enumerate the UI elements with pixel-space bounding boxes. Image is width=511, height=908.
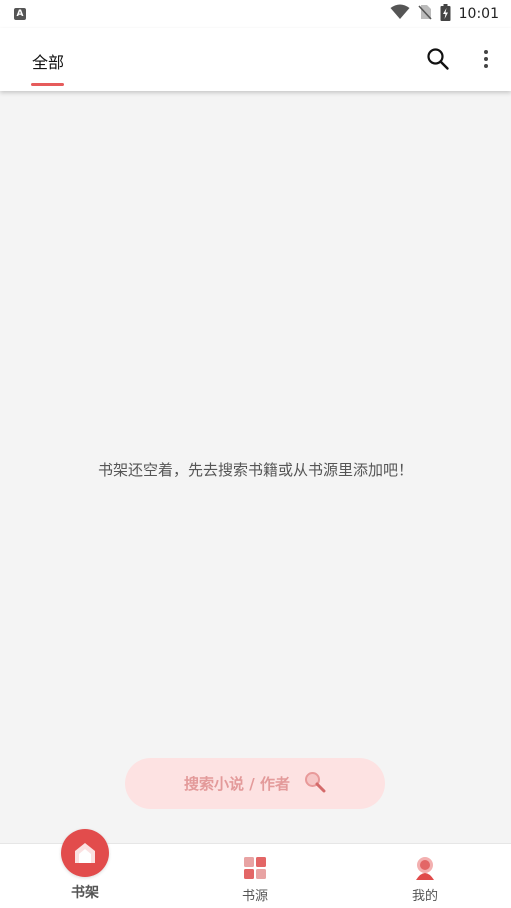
no-sim-icon bbox=[418, 4, 432, 24]
search-novel-label: 搜索小说 / 作者 bbox=[184, 775, 290, 793]
status-left: A bbox=[14, 8, 26, 20]
more-vert-icon bbox=[476, 50, 496, 75]
tab-indicator bbox=[31, 83, 64, 86]
tab-all-label: 全部 bbox=[31, 53, 64, 72]
profile-icon bbox=[413, 856, 437, 880]
tab-all[interactable]: 全部 bbox=[31, 28, 65, 91]
search-button[interactable] bbox=[426, 47, 450, 71]
search-icon bbox=[426, 48, 450, 75]
bottom-navigation: 书架 书源 我的 bbox=[0, 829, 511, 908]
bookshelf-icon bbox=[61, 829, 109, 877]
status-bar: A 10:01 bbox=[0, 0, 511, 28]
bookshelf-content: 书架还空着，先去搜索书籍或从书源里添加吧！ 搜索小说 / 作者 bbox=[0, 91, 511, 843]
top-app-bar: 全部 bbox=[0, 28, 511, 91]
nav-label-book-source: 书源 bbox=[241, 889, 268, 904]
nav-label-mine: 我的 bbox=[411, 889, 438, 904]
notification-badge: A bbox=[14, 8, 26, 20]
empty-state-message: 书架还空着，先去搜索书籍或从书源里添加吧！ bbox=[97, 461, 413, 479]
more-options-button[interactable] bbox=[476, 47, 496, 71]
book-source-icon bbox=[243, 856, 267, 880]
wifi-icon bbox=[390, 4, 410, 24]
nav-item-book-source[interactable]: 书源 bbox=[195, 844, 315, 908]
magnifier-icon bbox=[304, 771, 326, 797]
nav-item-mine[interactable]: 我的 bbox=[365, 844, 485, 908]
nav-item-bookshelf[interactable]: 书架 bbox=[25, 829, 145, 908]
nav-label-bookshelf: 书架 bbox=[71, 885, 99, 901]
status-time: 10:01 bbox=[458, 6, 499, 22]
status-right: 10:01 bbox=[390, 3, 499, 25]
search-novel-button[interactable]: 搜索小说 / 作者 bbox=[125, 758, 385, 809]
battery-charging-icon bbox=[440, 3, 451, 25]
